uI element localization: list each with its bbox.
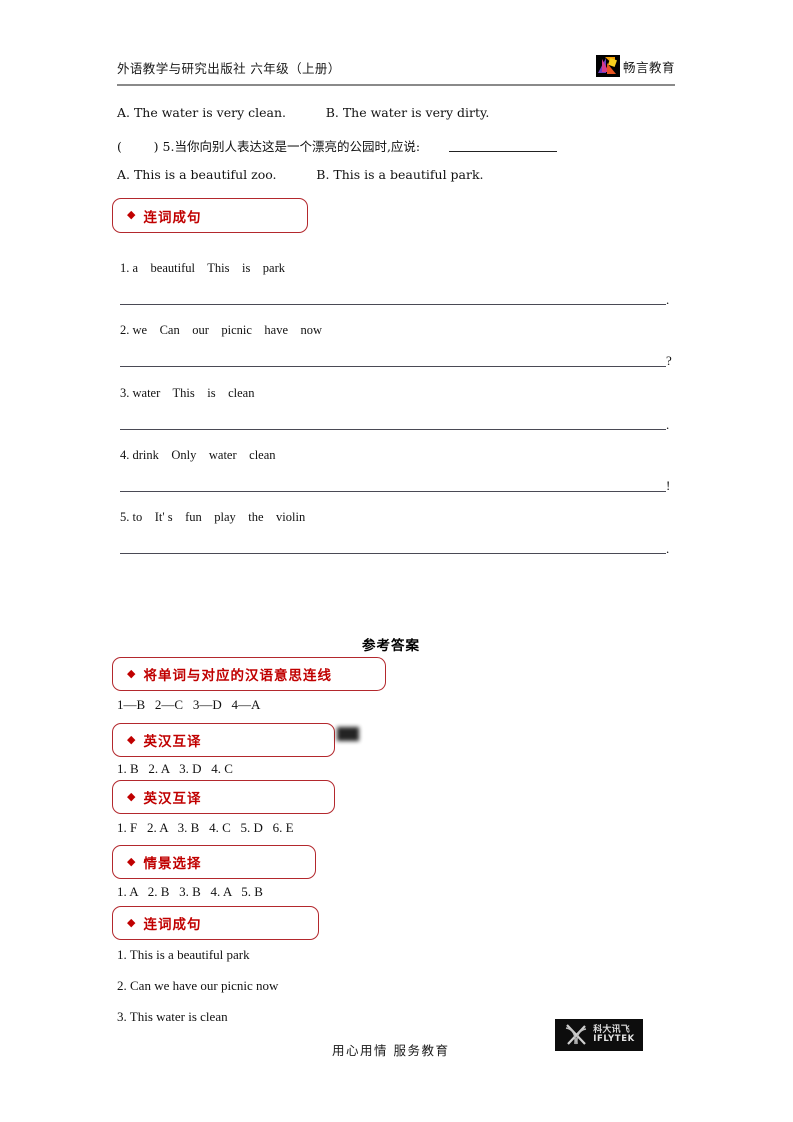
rearrange-item-3: 3. water This is clean [120, 386, 255, 400]
rearrange-answer-line-1[interactable] [120, 304, 666, 305]
header-divider [117, 84, 675, 86]
answer-section-header-translate-1: ◆ 英汉互译 [112, 723, 335, 757]
iflytek-logo-words: 科大讯飞 IFLYTEK [593, 1025, 635, 1045]
answer-section-header-situational: ◆ 情景选择 [112, 845, 316, 879]
section-header-rearrange: ◆ 连词成句 [112, 198, 308, 233]
question-5-stem: ( ) 5.当你向别人表达这是一个漂亮的公园时,应说: [117, 139, 421, 154]
changyan-logo: 畅言教育 [595, 55, 675, 77]
rearrange-answer-line-5[interactable] [120, 553, 666, 554]
section-label-rearrange: 连词成句 [143, 209, 202, 226]
rearrange-answer-line-2[interactable] [120, 366, 666, 367]
rearrange-item-5: 5. to It' s fun play the violin [120, 510, 306, 524]
rearrange-answer-line-4[interactable] [120, 491, 666, 492]
diamond-bullet-icon: ◆ [127, 855, 136, 868]
scan-artifact-smudge [337, 727, 359, 741]
question-5-answer-blank[interactable] [449, 151, 557, 152]
rearrange-item-2: 2. we Can our picnic have now [120, 323, 323, 337]
diamond-bullet-icon: ◆ [127, 667, 136, 680]
answer-section-header-match: ◆ 将单词与对应的汉语意思连线 [112, 657, 386, 691]
diamond-bullet-icon: ◆ [127, 733, 136, 746]
answer-section-header-rearrange: ◆ 连词成句 [112, 906, 319, 940]
changyan-logo-text: 畅言教育 [622, 59, 675, 75]
rearrange-end-mark-5: . [666, 541, 670, 556]
answer-sentence-3: 3. This water is clean [117, 1009, 228, 1024]
answer-sentence-1: 1. This is a beautiful park [117, 947, 250, 962]
options-line-q4: A. The water is very clean. B. The water… [117, 105, 490, 120]
rearrange-end-mark-4: ! [666, 478, 671, 493]
rearrange-end-mark-3: . [666, 417, 670, 432]
iflytek-logo-en: IFLYTEK [593, 1034, 635, 1045]
answer-section-label-rearrange: 连词成句 [143, 917, 202, 933]
answer-row-translate-1: 1. B 2. A 3. D 4. C [117, 761, 233, 776]
answer-section-label-situational: 情景选择 [143, 856, 202, 872]
answer-key-title: 参考答案 [362, 638, 420, 654]
answer-section-label-translate-1: 英汉互译 [143, 734, 202, 750]
answer-row-match: 1—B 2—C 3—D 4—A [117, 697, 261, 712]
iflytek-logo: 科大讯飞 IFLYTEK [555, 1019, 643, 1051]
diamond-bullet-icon: ◆ [127, 916, 136, 929]
iflytek-mark-icon [563, 1023, 589, 1047]
answer-section-label-translate-2: 英汉互译 [143, 791, 202, 807]
rearrange-end-mark-2: ? [666, 353, 672, 368]
rearrange-answer-line-3[interactable] [120, 429, 666, 430]
rearrange-end-mark-1: . [666, 292, 670, 307]
rearrange-item-1: 1. a beautiful This is park [120, 261, 286, 275]
answer-row-situational: 1. A 2. B 3. B 4. A 5. B [117, 884, 263, 899]
publisher-title: 外语教学与研究出版社 六年级（上册） [117, 61, 341, 76]
worksheet-page: 外语教学与研究出版社 六年级（上册） 畅言教育 A. The water is … [0, 0, 793, 1122]
changyan-bird-logo-icon [595, 55, 620, 77]
diamond-bullet-icon: ◆ [127, 790, 136, 803]
footer-slogan: 用心用情 服务教育 [332, 1043, 450, 1058]
answer-section-header-translate-2: ◆ 英汉互译 [112, 780, 335, 814]
answer-sentence-2: 2. Can we have our picnic now [117, 978, 279, 993]
answer-section-label-match: 将单词与对应的汉语意思连线 [143, 668, 332, 684]
diamond-bullet-icon: ◆ [127, 209, 136, 221]
rearrange-item-4: 4. drink Only water clean [120, 448, 276, 462]
options-line-q5: A. This is a beautiful zoo. B. This is a… [117, 167, 484, 182]
answer-row-translate-2: 1. F 2. A 3. B 4. C 5. D 6. E [117, 820, 294, 835]
